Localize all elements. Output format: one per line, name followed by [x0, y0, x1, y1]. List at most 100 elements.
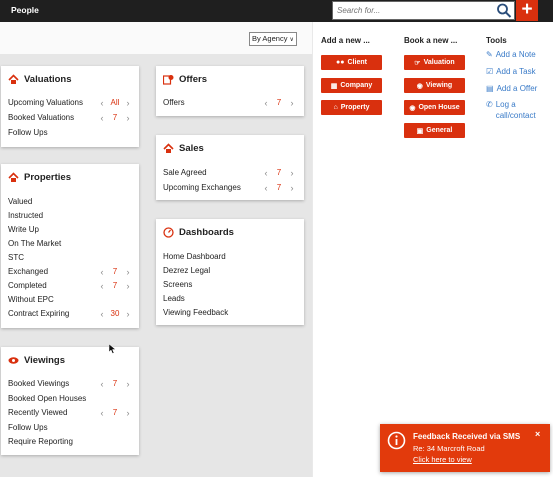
list-item[interactable]: Follow Ups	[8, 421, 131, 435]
close-icon[interactable]: ×	[535, 429, 540, 439]
list-item[interactable]: Home Dashboard	[163, 250, 295, 264]
chevron-left-icon[interactable]: ‹	[263, 181, 269, 195]
chevron-left-icon[interactable]: ‹	[99, 111, 105, 125]
count-badge: 7	[112, 267, 118, 276]
chevron-left-icon[interactable]: ‹	[99, 307, 105, 321]
chevron-right-icon[interactable]: ›	[289, 96, 295, 110]
dashboard-icon	[163, 227, 174, 238]
add-task-link[interactable]: ☑ Add a Task	[486, 66, 536, 77]
list-item[interactable]: Offers ‹ 7 ›	[163, 96, 295, 110]
list-item[interactable]: Recently Viewed ‹ 7 ›	[8, 406, 131, 420]
agency-select[interactable]: By Agency ∨	[249, 32, 297, 46]
search-box	[332, 1, 515, 20]
book-general-button[interactable]: ▣ General	[404, 123, 465, 138]
top-bar: People +	[0, 0, 553, 22]
book-viewing-button[interactable]: ◉ Viewing	[404, 78, 465, 93]
list-item[interactable]: Completed ‹ 7 ›	[8, 279, 131, 293]
chevron-right-icon[interactable]: ›	[125, 279, 131, 293]
list-item[interactable]: Follow Ups	[8, 126, 131, 140]
chevron-right-icon[interactable]: ›	[289, 181, 295, 195]
list-item[interactable]: Booked Viewings ‹ 7 ›	[8, 377, 131, 391]
search-icon[interactable]	[496, 3, 512, 18]
list-item[interactable]: Viewing Feedback	[163, 306, 295, 320]
properties-card: Properties Valued Instructed Write Up On…	[1, 164, 139, 328]
home-icon: ⌂	[333, 104, 338, 111]
dashboards-card: Dashboards Home Dashboard Dezrez Legal S…	[156, 219, 304, 325]
chevron-right-icon[interactable]: ›	[125, 406, 131, 420]
chevron-down-icon: ∨	[289, 37, 294, 43]
list-item[interactable]: Leads	[163, 292, 295, 306]
toast-view-link[interactable]: Click here to view	[413, 455, 472, 464]
add-note-link[interactable]: ✎ Add a Note	[486, 49, 536, 60]
count-badge: 7	[276, 98, 282, 107]
list-item[interactable]: Dezrez Legal	[163, 264, 295, 278]
chevron-left-icon[interactable]: ‹	[263, 166, 269, 180]
chevron-left-icon[interactable]: ‹	[99, 96, 105, 110]
sales-title: Sales	[179, 143, 204, 154]
log-call-link[interactable]: ✆ Log a call/contact	[486, 99, 548, 121]
filter-bar: By Agency ∨	[0, 22, 312, 54]
list-item[interactable]: Instructed	[8, 209, 131, 223]
add-property-button[interactable]: ⌂ Property	[321, 100, 382, 115]
list-item[interactable]: On The Market	[8, 237, 131, 251]
count-badge: 7	[112, 379, 118, 388]
add-company-button[interactable]: ▦ Company	[321, 78, 382, 93]
building-icon: ▦	[330, 82, 338, 90]
list-item[interactable]: Contract Expiring ‹ 30 ›	[8, 307, 131, 321]
tools-heading: Tools	[486, 36, 507, 45]
list-item[interactable]: Booked Open Houses	[8, 392, 131, 406]
valuations-title: Valuations	[24, 74, 72, 85]
chevron-left-icon[interactable]: ‹	[99, 406, 105, 420]
book-open-house-button[interactable]: ◉ Open House	[404, 100, 465, 115]
notification-toast: Feedback Received via SMS Re: 34 Marcrof…	[380, 424, 550, 472]
count-badge: 7	[276, 168, 282, 177]
add-client-button[interactable]: ●● Client	[321, 55, 382, 70]
list-item[interactable]: Booked Valuations ‹ 7 ›	[8, 111, 131, 125]
offer-icon: ▤	[486, 84, 494, 93]
offer-icon	[163, 74, 174, 85]
add-offer-link[interactable]: ▤ Add a Offer	[486, 83, 537, 94]
valuations-card: Valuations Upcoming Valuations ‹ All › Boo…	[1, 66, 139, 147]
handshake-icon: ☞	[414, 59, 421, 67]
count-badge: 7	[112, 113, 118, 122]
eye-icon: ◉	[416, 82, 423, 90]
count-badge: 7	[112, 408, 118, 417]
count-badge: All	[110, 98, 120, 107]
list-item[interactable]: Valued	[8, 195, 131, 209]
chevron-right-icon[interactable]: ›	[125, 377, 131, 391]
list-item[interactable]: Screens	[163, 278, 295, 292]
list-item[interactable]: Without EPC	[8, 293, 131, 307]
list-item[interactable]: Write Up	[8, 223, 131, 237]
calendar-icon: ▣	[416, 127, 424, 135]
chevron-left-icon[interactable]: ‹	[99, 279, 105, 293]
sales-card: Sales Sale Agreed ‹ 7 › Upcoming Exchanges…	[156, 135, 304, 200]
count-badge: 30	[110, 309, 120, 318]
quick-actions-panel: Add a new ... ●● Client ▦ Company ⌂ Propert…	[313, 22, 553, 477]
chevron-right-icon[interactable]: ›	[125, 265, 131, 279]
list-item[interactable]: Upcoming Valuations ‹ All ›	[8, 96, 131, 110]
chevron-right-icon[interactable]: ›	[125, 96, 131, 110]
book-new-heading: Book a new ...	[404, 36, 458, 45]
chevron-left-icon[interactable]: ‹	[263, 96, 269, 110]
list-item[interactable]: Exchanged ‹ 7 ›	[8, 265, 131, 279]
chevron-left-icon[interactable]: ‹	[99, 265, 105, 279]
properties-title: Properties	[24, 172, 71, 183]
chevron-right-icon[interactable]: ›	[289, 166, 295, 180]
offers-title: Offers	[179, 74, 207, 85]
dashboards-title: Dashboards	[179, 227, 234, 238]
list-item[interactable]: Require Reporting	[8, 435, 131, 449]
info-icon	[387, 431, 406, 452]
search-input[interactable]	[333, 2, 483, 19]
list-item[interactable]: Sale Agreed ‹ 7 ›	[163, 166, 295, 180]
home-icon	[8, 172, 19, 183]
list-item[interactable]: Upcoming Exchanges ‹ 7 ›	[163, 181, 295, 195]
list-item[interactable]: STC	[8, 251, 131, 265]
chevron-right-icon[interactable]: ›	[125, 307, 131, 321]
offers-card: Offers Offers ‹ 7 ›	[156, 66, 304, 116]
chevron-right-icon[interactable]: ›	[125, 111, 131, 125]
chevron-left-icon[interactable]: ‹	[99, 377, 105, 391]
viewings-card: Viewings Booked Viewings ‹ 7 › Booked Open…	[1, 347, 139, 455]
book-valuation-button[interactable]: ☞ Valuation	[404, 55, 465, 70]
add-button[interactable]: +	[516, 0, 538, 21]
eye-icon: ◉	[409, 104, 416, 112]
